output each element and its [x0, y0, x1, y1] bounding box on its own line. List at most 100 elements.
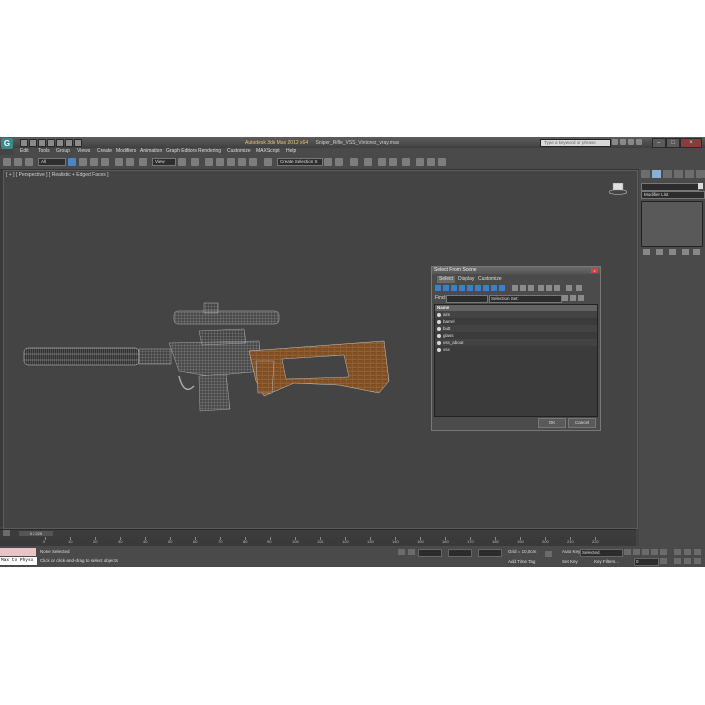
- app-logo-icon[interactable]: G: [1, 138, 13, 149]
- align-icon[interactable]: [335, 158, 343, 166]
- favorites-icon[interactable]: [628, 139, 634, 145]
- dialog-title-bar[interactable]: Select From Scene ×: [432, 267, 600, 274]
- close-button[interactable]: ×: [680, 138, 702, 148]
- z-coordinate-field[interactable]: [478, 549, 502, 557]
- dialog-tab-select[interactable]: Select: [437, 276, 455, 283]
- x-coordinate-field[interactable]: [418, 549, 442, 557]
- communication-center-icon[interactable]: [620, 139, 626, 145]
- menu-rendering[interactable]: Rendering: [198, 148, 221, 155]
- maximize-button[interactable]: □: [666, 138, 680, 148]
- select-none-icon[interactable]: [546, 285, 552, 291]
- named-selection-dropdown[interactable]: Create Selection S: [277, 158, 323, 166]
- edit-named-selection-icon[interactable]: [264, 158, 272, 166]
- dialog-close-button[interactable]: ×: [591, 268, 598, 273]
- display-lights-icon[interactable]: [451, 285, 457, 291]
- spinner-snap-icon[interactable]: [249, 158, 257, 166]
- keyboard-shortcut-icon[interactable]: [205, 158, 213, 166]
- utilities-tab-icon[interactable]: [696, 170, 705, 178]
- y-coordinate-field[interactable]: [448, 549, 472, 557]
- display-all-icon[interactable]: [512, 285, 518, 291]
- invert-display-icon[interactable]: [528, 285, 534, 291]
- set-key-button[interactable]: Set Key: [562, 559, 578, 564]
- edit-selection-set-icon[interactable]: [570, 295, 576, 301]
- minimize-button[interactable]: –: [652, 138, 666, 148]
- new-file-icon[interactable]: [20, 139, 28, 147]
- pivot-center-icon[interactable]: [178, 158, 186, 166]
- field-of-view-icon[interactable]: [674, 558, 681, 564]
- display-xrefs-icon[interactable]: [491, 285, 497, 291]
- percent-snap-icon[interactable]: [238, 158, 246, 166]
- render-production-icon[interactable]: [438, 158, 446, 166]
- list-item[interactable]: butt: [435, 325, 597, 332]
- track-bar[interactable]: 0 10 20 30 40 50 60 70 80 90 100 110 120…: [0, 537, 636, 546]
- current-frame-field[interactable]: 0: [634, 558, 659, 566]
- next-frame-icon[interactable]: [651, 549, 658, 555]
- auto-key-button[interactable]: Auto Key: [562, 549, 580, 554]
- menu-tools[interactable]: Tools: [38, 148, 50, 155]
- maxscript-listener-input[interactable]: Max to Physx: [0, 557, 37, 565]
- play-icon[interactable]: [642, 549, 649, 555]
- layer-manager-icon[interactable]: [350, 158, 358, 166]
- display-none-icon[interactable]: [520, 285, 526, 291]
- display-helpers-icon[interactable]: [467, 285, 473, 291]
- rendered-frame-window-icon[interactable]: [427, 158, 435, 166]
- rotate-icon[interactable]: [126, 158, 134, 166]
- list-item[interactable]: barrel: [435, 318, 597, 325]
- selection-set-dropdown[interactable]: Selection Set:: [489, 295, 562, 303]
- select-by-name-icon[interactable]: [79, 158, 87, 166]
- scale-icon[interactable]: [139, 158, 147, 166]
- filter-icon[interactable]: [566, 285, 572, 291]
- selection-filter-dropdown[interactable]: All: [38, 158, 66, 166]
- menu-help[interactable]: Help: [286, 148, 296, 155]
- render-setup-icon[interactable]: [416, 158, 424, 166]
- menu-views[interactable]: Views: [77, 148, 90, 155]
- pan-icon[interactable]: [684, 558, 691, 564]
- cancel-button[interactable]: Cancel: [568, 418, 596, 428]
- go-to-start-icon[interactable]: [624, 549, 631, 555]
- remove-modifier-icon[interactable]: [682, 249, 689, 255]
- frame-indicator[interactable]: 0 / 225: [19, 531, 53, 536]
- create-selection-set-icon[interactable]: [562, 295, 568, 301]
- display-space-warps-icon[interactable]: [475, 285, 481, 291]
- absolute-mode-icon[interactable]: [408, 549, 415, 555]
- ok-button[interactable]: OK: [538, 418, 566, 428]
- move-icon[interactable]: [115, 158, 123, 166]
- angle-snap-icon[interactable]: [227, 158, 235, 166]
- zoom-icon[interactable]: [674, 549, 681, 555]
- search-input[interactable]: Type a keyword or phrase: [540, 139, 611, 147]
- rectangular-selection-icon[interactable]: [90, 158, 98, 166]
- list-item[interactable]: vss: [435, 346, 597, 353]
- unlink-icon[interactable]: [14, 158, 22, 166]
- hierarchy-tab-icon[interactable]: [663, 170, 672, 178]
- modifier-list-dropdown[interactable]: Modifier List: [641, 191, 705, 199]
- key-filters-button[interactable]: Key Filters...: [594, 559, 619, 564]
- window-crossing-icon[interactable]: [101, 158, 109, 166]
- dialog-tab-display[interactable]: Display: [458, 276, 474, 283]
- perspective-viewport[interactable]: [ + ] [ Perspective ] [ Realistic + Edge…: [3, 170, 638, 529]
- bind-space-warp-icon[interactable]: [25, 158, 33, 166]
- orbit-icon[interactable]: [694, 558, 701, 564]
- go-to-end-icon[interactable]: [660, 549, 667, 555]
- list-item[interactable]: aim: [435, 311, 597, 318]
- zoom-all-icon[interactable]: [684, 549, 691, 555]
- menu-edit[interactable]: Edit: [20, 148, 29, 155]
- menu-graph-editors[interactable]: Graph Editors: [166, 148, 197, 155]
- modify-tab-icon[interactable]: [652, 170, 661, 178]
- schematic-view-icon[interactable]: [389, 158, 397, 166]
- mini-curve-editor-icon[interactable]: [3, 530, 10, 536]
- binoculars-icon[interactable]: [612, 139, 618, 145]
- menu-maxscript[interactable]: MAXScript: [256, 148, 280, 155]
- motion-tab-icon[interactable]: [674, 170, 683, 178]
- previous-frame-icon[interactable]: [633, 549, 640, 555]
- menu-create[interactable]: Create: [97, 148, 112, 155]
- open-file-icon[interactable]: [29, 139, 37, 147]
- display-shapes-icon[interactable]: [443, 285, 449, 291]
- display-tab-icon[interactable]: [685, 170, 694, 178]
- pin-stack-icon[interactable]: [643, 249, 650, 255]
- menu-modifiers[interactable]: Modifiers: [116, 148, 136, 155]
- dialog-tab-customize[interactable]: Customize: [478, 276, 502, 283]
- maxscript-mini-listener[interactable]: [0, 548, 36, 556]
- modifier-stack[interactable]: [641, 201, 703, 247]
- redo-icon[interactable]: [56, 139, 64, 147]
- display-bones-icon[interactable]: [499, 285, 505, 291]
